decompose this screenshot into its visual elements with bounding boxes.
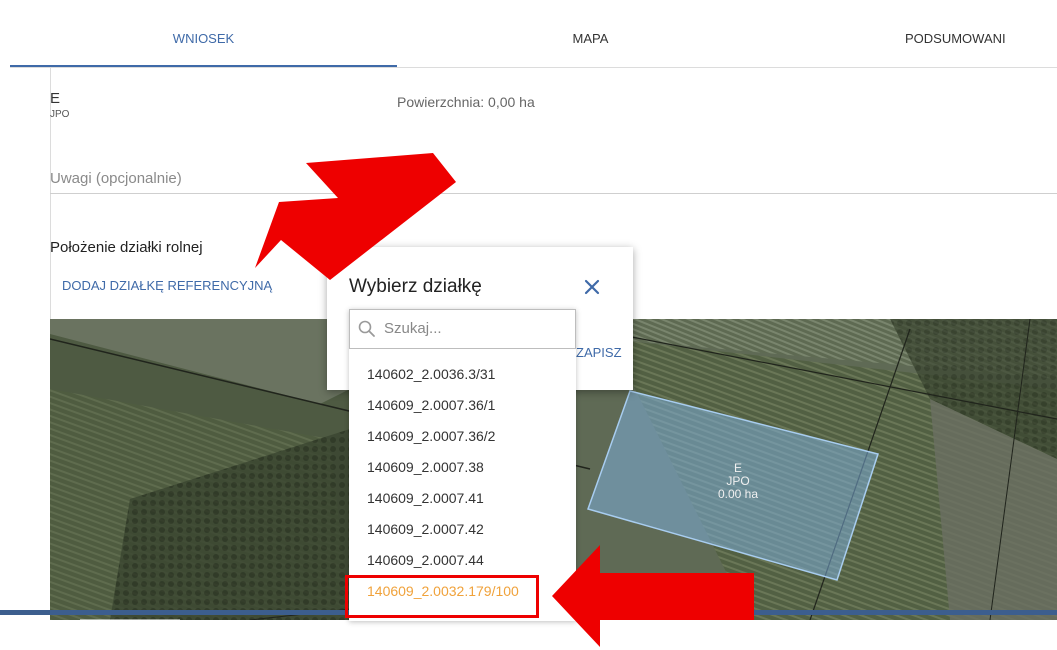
annotation-arrows xyxy=(255,153,754,647)
arrow-right-icon xyxy=(552,545,754,647)
arrow-left-icon xyxy=(255,153,456,280)
